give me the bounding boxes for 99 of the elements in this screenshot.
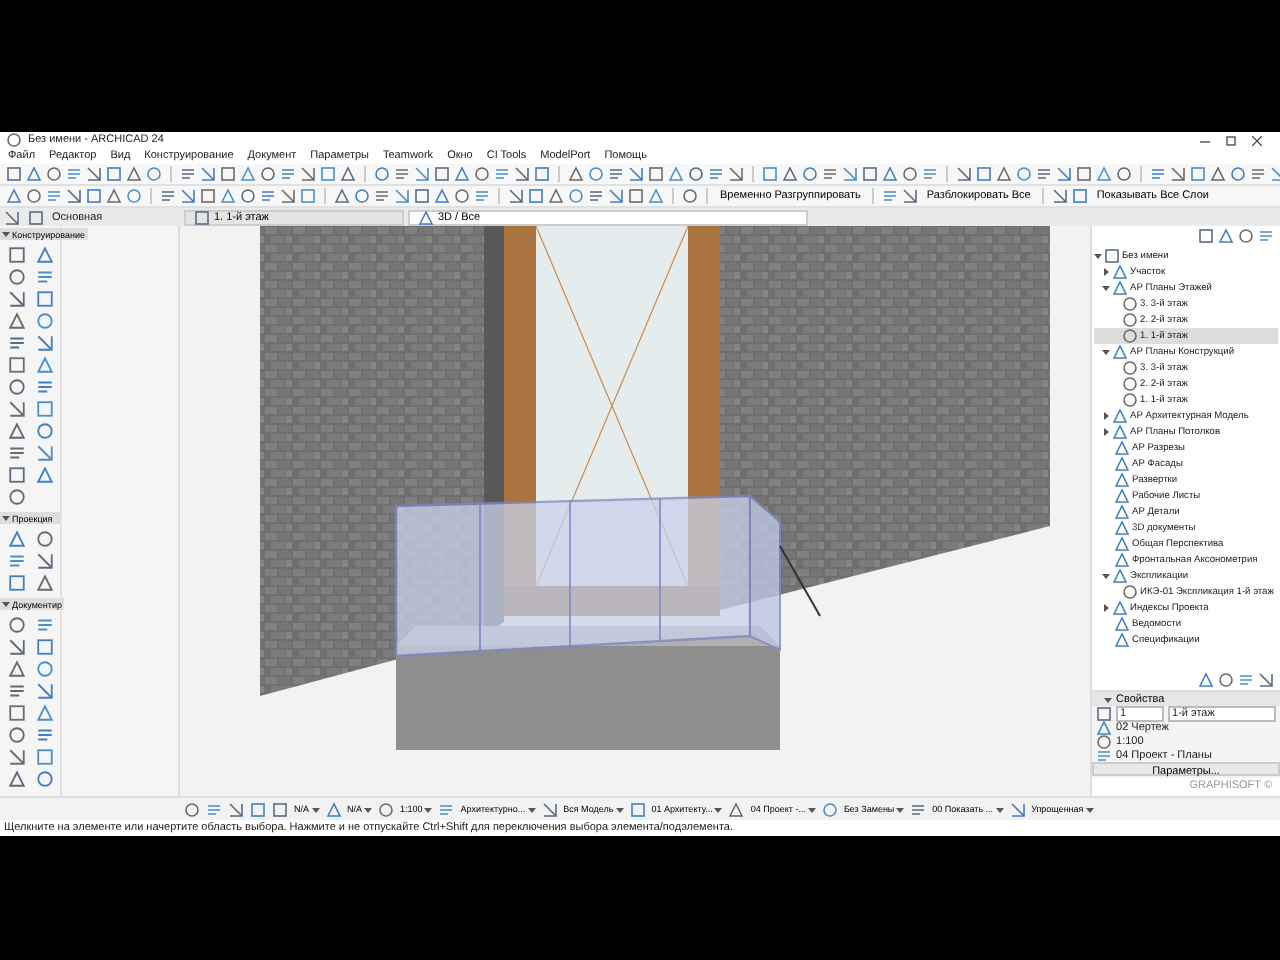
collapsed-arrow-icon[interactable] [1102,428,1111,436]
toolbar-icon[interactable] [728,166,744,182]
toolbar-icon[interactable] [708,166,724,182]
minimize-icon[interactable] [1200,135,1210,145]
toolbar-icon[interactable] [86,166,102,182]
tool-icon[interactable] [36,616,54,634]
toolbar-icon[interactable] [588,188,604,204]
toolbar-icon[interactable] [394,188,410,204]
caret-icon[interactable] [896,805,905,813]
view-control-icon[interactable] [206,801,222,817]
view-icon[interactable] [418,209,434,225]
caret-icon[interactable] [2,600,10,608]
caret-icon[interactable] [2,514,10,522]
expanded-arrow-icon[interactable] [1102,348,1111,356]
marquee-icon[interactable] [28,209,44,225]
caret-icon[interactable] [364,805,373,813]
view-control-icon[interactable] [325,801,342,817]
view-control-icon[interactable] [184,801,200,817]
toolbar-icon[interactable] [1052,188,1069,204]
tool-icon[interactable] [36,268,54,286]
tool-icon[interactable] [8,748,26,766]
tool-icon[interactable] [36,444,54,462]
caret-icon[interactable] [807,805,816,813]
toolbar-icon[interactable] [280,188,296,204]
tool-icon[interactable] [8,682,26,700]
tool-icon[interactable] [36,726,54,744]
toolbar-icon[interactable] [1036,166,1052,182]
toolbar-icon[interactable] [260,188,276,204]
maximize-icon[interactable] [1226,135,1236,145]
caret-icon[interactable] [1104,695,1113,703]
view-icon[interactable] [194,209,210,225]
toolbar-icon[interactable] [1056,166,1072,182]
toolbar-icon[interactable] [66,188,82,204]
view-control-icon[interactable] [1009,801,1026,817]
tool-icon[interactable] [8,290,26,308]
toolbar-icon[interactable] [508,188,524,204]
toolbar-icon[interactable] [922,166,938,182]
toolbar-icon[interactable] [200,166,216,182]
toolbar-icon[interactable] [474,188,490,204]
toolbar-icon[interactable] [902,188,919,204]
tool-icon[interactable] [36,378,54,396]
navigator-icon[interactable] [1238,672,1254,688]
view-control-icon[interactable] [629,801,646,817]
close-icon[interactable] [1252,135,1262,145]
expanded-arrow-icon[interactable] [1102,284,1111,292]
view-control-icon[interactable] [378,801,395,817]
caret-icon[interactable] [311,805,320,813]
caret-icon[interactable] [2,230,10,238]
toolbar-icon[interactable] [514,166,530,182]
toolbar-icon[interactable] [46,188,62,204]
caret-icon[interactable] [424,805,433,813]
view-control-icon[interactable] [228,801,244,817]
property-icon[interactable] [1096,747,1113,763]
toolbar-icon[interactable] [1150,166,1166,182]
collapsed-arrow-icon[interactable] [1102,268,1111,276]
toolbar-icon[interactable] [160,188,176,204]
view-control-icon[interactable] [541,801,558,817]
collapsed-arrow-icon[interactable] [1102,604,1111,612]
tool-icon[interactable] [36,552,54,570]
toolbar-icon[interactable] [956,166,972,182]
view-control-icon[interactable] [728,801,745,817]
view-control-icon[interactable] [821,801,838,817]
navigator-icon[interactable] [1258,228,1274,244]
collapsed-arrow-icon[interactable] [1102,412,1111,420]
caret-icon[interactable] [995,805,1004,813]
expanded-arrow-icon[interactable] [1102,572,1111,580]
toolbar-icon[interactable] [374,188,390,204]
caret-icon[interactable] [1085,805,1094,813]
tool-icon[interactable] [8,552,26,570]
tool-icon[interactable] [8,400,26,418]
view-control-icon[interactable] [910,801,927,817]
tool-icon[interactable] [8,638,26,656]
tool-icon[interactable] [36,334,54,352]
tool-icon[interactable] [8,334,26,352]
toolbar-icon[interactable] [494,166,510,182]
app-icon[interactable] [6,132,22,148]
toolbar-icon[interactable] [842,166,858,182]
caret-icon[interactable] [714,805,723,813]
toolbar-icon[interactable] [882,188,899,204]
toolbar-icon[interactable] [180,166,196,182]
toolbar-icon[interactable] [628,166,644,182]
toolbar-icon[interactable] [822,166,838,182]
caret-icon[interactable] [527,805,536,813]
toolbar-icon[interactable] [66,166,82,182]
caret-icon[interactable] [615,805,624,813]
toolbar-icon[interactable] [608,166,624,182]
pointer-icon[interactable] [4,209,20,225]
tool-icon[interactable] [8,444,26,462]
toolbar-icon[interactable] [414,166,430,182]
toolbar-icon[interactable] [1170,166,1186,182]
toolbar-icon[interactable] [394,166,410,182]
navigator-icon[interactable] [1258,672,1274,688]
toolbar-icon[interactable] [180,188,196,204]
tool-icon[interactable] [36,682,54,700]
toolbar-icon[interactable] [280,166,296,182]
toolbar-icon[interactable] [608,188,624,204]
toolbar-icon[interactable] [1250,166,1266,182]
toolbar-icon[interactable] [300,166,316,182]
expanded-arrow-icon[interactable] [1094,252,1103,260]
